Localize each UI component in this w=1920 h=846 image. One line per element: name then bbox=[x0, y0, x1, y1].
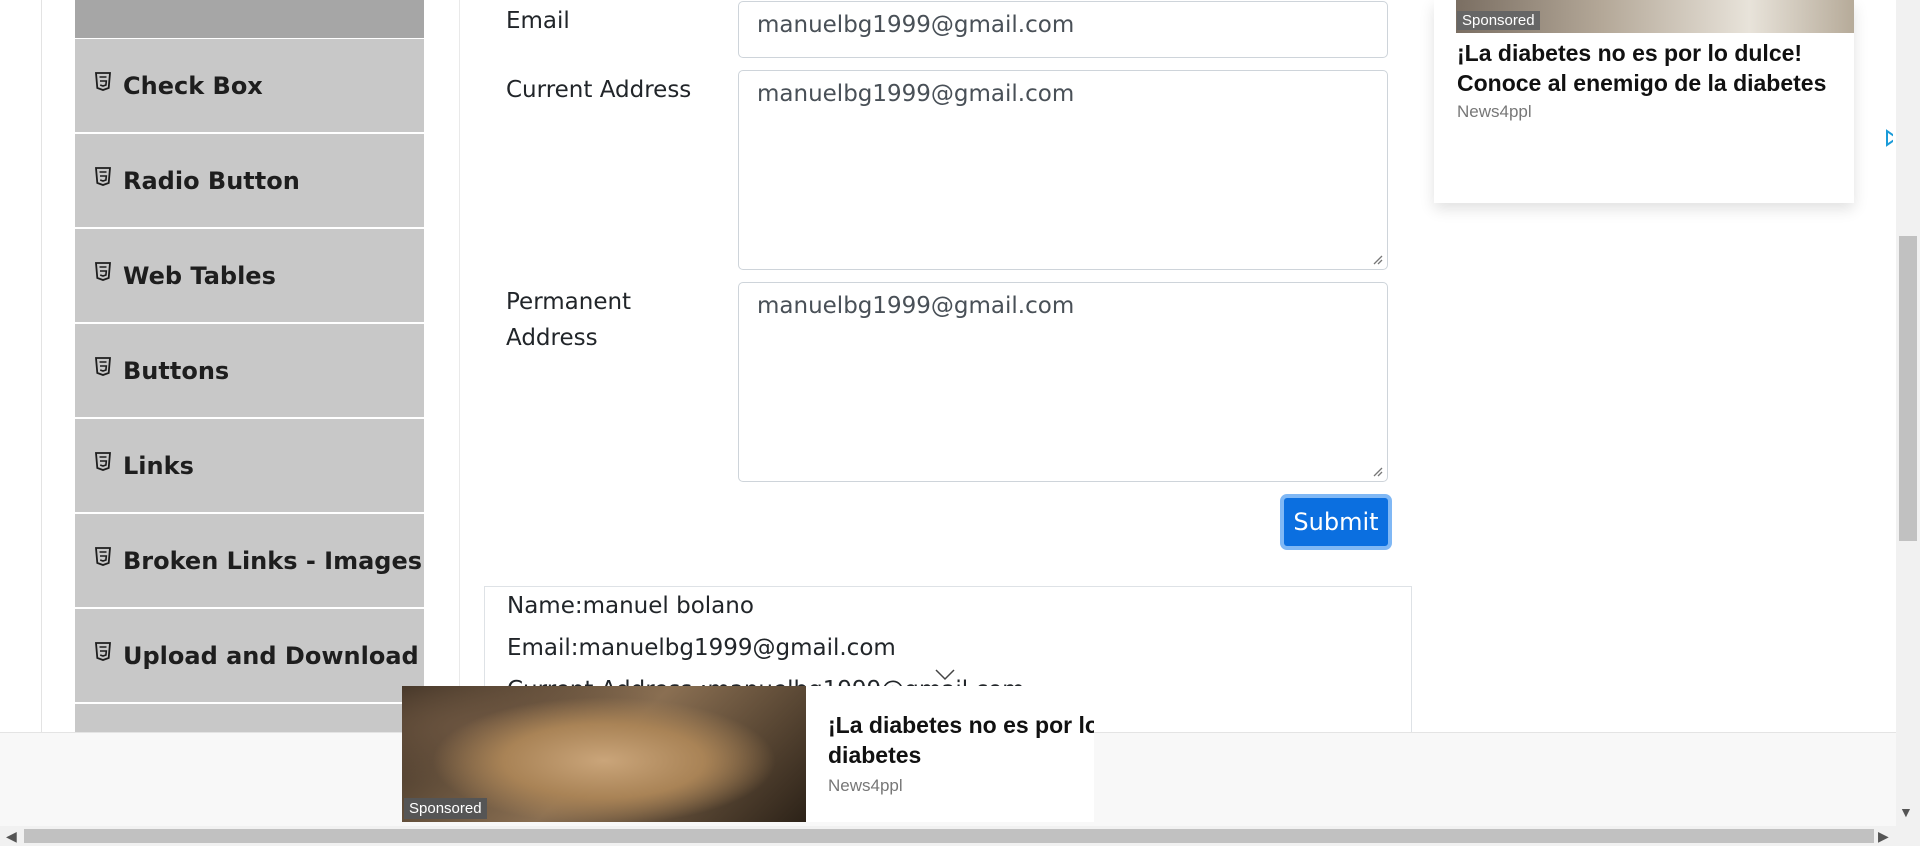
sidebar-item-label: Radio Button bbox=[123, 166, 300, 195]
email-label: Email bbox=[506, 8, 570, 34]
sidebar: Check Box Radio Button Web Tables Button… bbox=[75, 0, 424, 732]
html5-icon bbox=[95, 546, 111, 567]
sidebar-item-label: Upload and Download bbox=[123, 641, 419, 670]
current-address-value: manuelbg1999@gmail.com bbox=[757, 81, 1075, 107]
sidebar-item-label: Broken Links - Images bbox=[123, 546, 423, 575]
permanent-address-textarea[interactable]: manuelbg1999@gmail.com bbox=[738, 282, 1388, 482]
email-field[interactable]: manuelbg1999@gmail.com bbox=[738, 1, 1388, 58]
page-left-border bbox=[41, 0, 42, 732]
sidebar-item-label: Web Tables bbox=[123, 261, 276, 290]
ad-headline[interactable]: ¡La diabetes no es por lo dulce! Conoce … bbox=[828, 710, 1094, 770]
html5-icon bbox=[95, 261, 111, 282]
horizontal-scrollbar-thumb[interactable] bbox=[24, 829, 1874, 843]
current-address-label: Current Address bbox=[506, 77, 692, 103]
sidebar-item-buttons[interactable]: Buttons bbox=[75, 323, 424, 418]
sidebar-item-label: Check Box bbox=[123, 71, 263, 100]
html5-icon bbox=[95, 356, 111, 377]
output-name: Name:manuel bolano bbox=[507, 593, 754, 619]
email-field-value: manuelbg1999@gmail.com bbox=[757, 12, 1075, 38]
scroll-right-arrow-icon[interactable]: ▶ bbox=[1878, 826, 1889, 846]
permanent-address-label-line2: Address bbox=[506, 325, 598, 351]
permanent-address-label: Permanent Address bbox=[506, 284, 631, 356]
resize-handle-icon[interactable] bbox=[1371, 253, 1383, 265]
html5-icon bbox=[95, 451, 111, 472]
chevron-down-icon[interactable] bbox=[934, 668, 956, 682]
ad-bottom[interactable]: Sponsored ¡La diabetes no es por lo dulc… bbox=[402, 686, 1094, 822]
sidebar-item-check-box[interactable]: Check Box bbox=[75, 38, 424, 133]
sponsored-badge: Sponsored bbox=[1457, 11, 1540, 30]
sidebar-group-header[interactable] bbox=[75, 0, 424, 38]
ad-choices-icon[interactable] bbox=[1883, 128, 1893, 150]
content-divider bbox=[459, 0, 460, 732]
scroll-left-arrow-icon[interactable]: ◀ bbox=[6, 826, 17, 846]
sidebar-item-upload-download[interactable]: Upload and Download bbox=[75, 608, 424, 703]
sidebar-item-label: Buttons bbox=[123, 356, 230, 385]
resize-handle-icon[interactable] bbox=[1371, 465, 1383, 477]
output-email: Email:manuelbg1999@gmail.com bbox=[507, 635, 896, 661]
vertical-scrollbar-thumb[interactable] bbox=[1899, 236, 1917, 541]
sidebar-item-web-tables[interactable]: Web Tables bbox=[75, 228, 424, 323]
sidebar-item-label: Links bbox=[123, 451, 194, 480]
ad-headline[interactable]: ¡La diabetes no es por lo dulce! Conoce … bbox=[1457, 38, 1854, 98]
permanent-address-value: manuelbg1999@gmail.com bbox=[757, 293, 1075, 319]
html5-icon bbox=[95, 166, 111, 187]
ad-source[interactable]: News4ppl bbox=[828, 776, 903, 796]
scroll-down-arrow-icon[interactable]: ▼ bbox=[1899, 804, 1913, 820]
current-address-textarea[interactable]: manuelbg1999@gmail.com bbox=[738, 70, 1388, 270]
submit-button[interactable]: Submit bbox=[1280, 494, 1392, 550]
ad-source[interactable]: News4ppl bbox=[1457, 102, 1532, 122]
sponsored-badge: Sponsored bbox=[404, 798, 487, 819]
sidebar-item-next[interactable] bbox=[75, 703, 424, 732]
sidebar-item-broken-links[interactable]: Broken Links - Images bbox=[75, 513, 424, 608]
sidebar-item-radio-button[interactable]: Radio Button bbox=[75, 133, 424, 228]
sidebar-item-links[interactable]: Links bbox=[75, 418, 424, 513]
permanent-address-label-line1: Permanent bbox=[506, 289, 632, 315]
ad-top[interactable]: Sponsored ¡La diabetes no es por lo dulc… bbox=[1434, 0, 1854, 203]
html5-icon bbox=[95, 641, 111, 662]
html5-icon bbox=[95, 71, 111, 92]
